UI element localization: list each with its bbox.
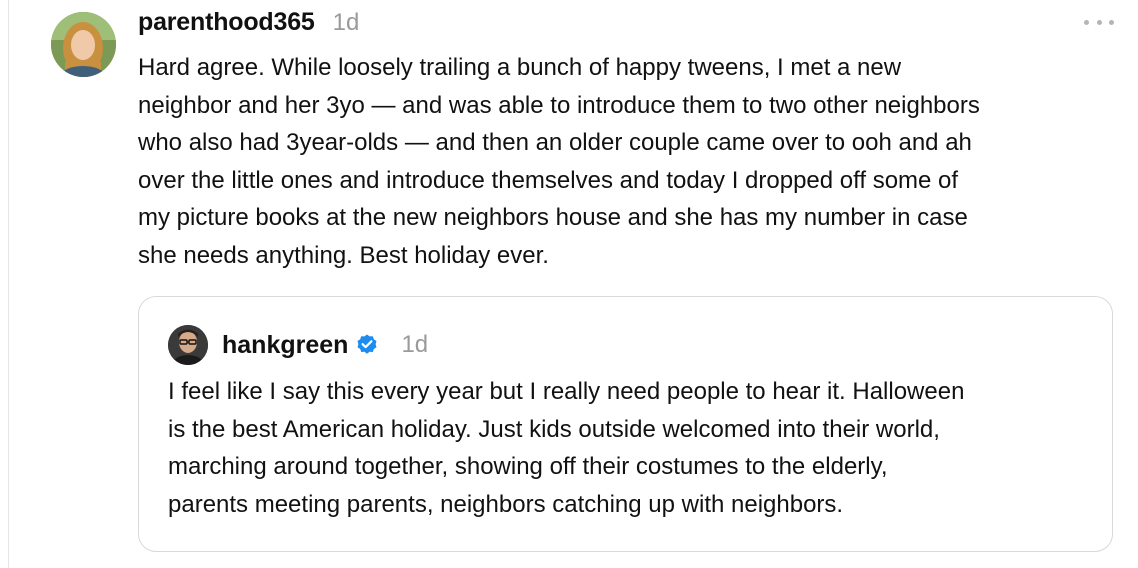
thread-divider-line [8,0,9,568]
verified-badge-icon [355,333,379,357]
parenthood365-avatar[interactable] [51,12,116,77]
post-timestamp[interactable]: 1d [333,9,360,37]
author-username[interactable]: parenthood365 [138,8,315,37]
more-options-button[interactable] [1084,12,1114,32]
quoted-post-text: I feel like I say this every year but I … [168,378,965,518]
more-dot [1084,19,1089,25]
more-dot [1109,19,1114,25]
post-text: Hard agree. While loosely trailing a bun… [138,54,980,269]
avatar-image [168,325,208,365]
quoted-author-username[interactable]: hankgreen [222,331,348,360]
more-dot [1096,19,1102,25]
quoted-post-header: hankgreen 1d [222,327,428,363]
hankgreen-avatar[interactable] [168,325,208,365]
quoted-post-timestamp[interactable]: 1d [401,331,428,359]
post-header: parenthood365 1d [138,8,359,42]
avatar-image [51,12,116,77]
quoted-post-card[interactable]: hankgreen 1d I feel like I say this ever… [138,296,1113,552]
